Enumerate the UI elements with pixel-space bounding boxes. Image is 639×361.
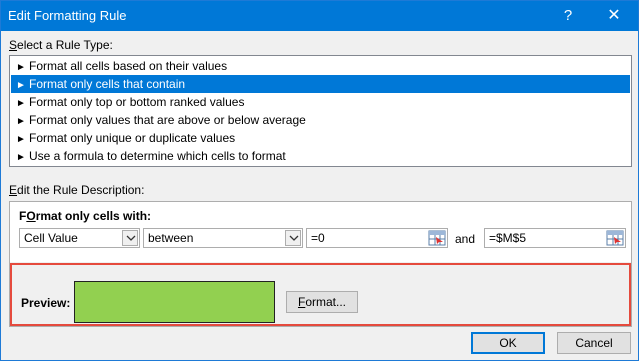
- cancel-button[interactable]: Cancel: [557, 332, 631, 354]
- range-select-icon[interactable]: [606, 230, 624, 246]
- rule-type-item[interactable]: ► Format only unique or duplicate values: [11, 129, 630, 147]
- range-select-icon[interactable]: [428, 230, 446, 246]
- value1-text: =0: [311, 231, 325, 245]
- rule-type-item[interactable]: ► Format all cells based on their values: [11, 57, 630, 75]
- value2-text: =$M$5: [489, 231, 527, 245]
- help-button[interactable]: ?: [545, 1, 591, 31]
- criteria-panel: FOrmat only cells with: Cell Value betwe…: [10, 202, 631, 262]
- dialog-title: Edit Formatting Rule: [8, 8, 127, 23]
- value2-input[interactable]: =$M$5: [484, 228, 626, 248]
- chevron-down-icon[interactable]: [122, 230, 138, 246]
- format-only-label: FOrmat only cells with:: [19, 209, 152, 223]
- rule-type-item[interactable]: ► Use a formula to determine which cells …: [11, 147, 630, 165]
- rule-description-box: FOrmat only cells with: Cell Value betwe…: [9, 201, 632, 327]
- rule-type-label: Select a Rule Type:: [9, 38, 113, 52]
- value1-input[interactable]: =0: [306, 228, 448, 248]
- rule-type-item[interactable]: ► Format only top or bottom ranked values: [11, 93, 630, 111]
- ok-button[interactable]: OK: [471, 332, 545, 354]
- and-label: and: [455, 232, 476, 246]
- field-combo-value: Cell Value: [24, 231, 78, 245]
- rule-type-item[interactable]: ► Format only values that are above or be…: [11, 111, 630, 129]
- preview-label: Preview:: [21, 296, 71, 310]
- operator-combo-value: between: [148, 231, 194, 245]
- arrow-icon: ►: [16, 152, 26, 163]
- format-button[interactable]: Format...: [286, 291, 358, 313]
- preview-swatch: [74, 281, 275, 323]
- title-bar[interactable]: Edit Formatting Rule ? ✕: [1, 1, 638, 31]
- rule-type-item-selected[interactable]: ► Format only cells that contain: [11, 75, 630, 93]
- preview-area: Preview: Format...: [10, 263, 631, 326]
- rule-description-label: Edit the Rule Description:: [9, 183, 145, 197]
- operator-combo[interactable]: between: [143, 228, 303, 248]
- rule-type-list[interactable]: ► Format all cells based on their values …: [9, 55, 632, 167]
- close-button[interactable]: ✕: [591, 1, 637, 31]
- field-combo[interactable]: Cell Value: [19, 228, 140, 248]
- chevron-down-icon[interactable]: [285, 230, 301, 246]
- edit-formatting-rule-dialog: Edit Formatting Rule ? ✕ Select a Rule T…: [0, 0, 639, 361]
